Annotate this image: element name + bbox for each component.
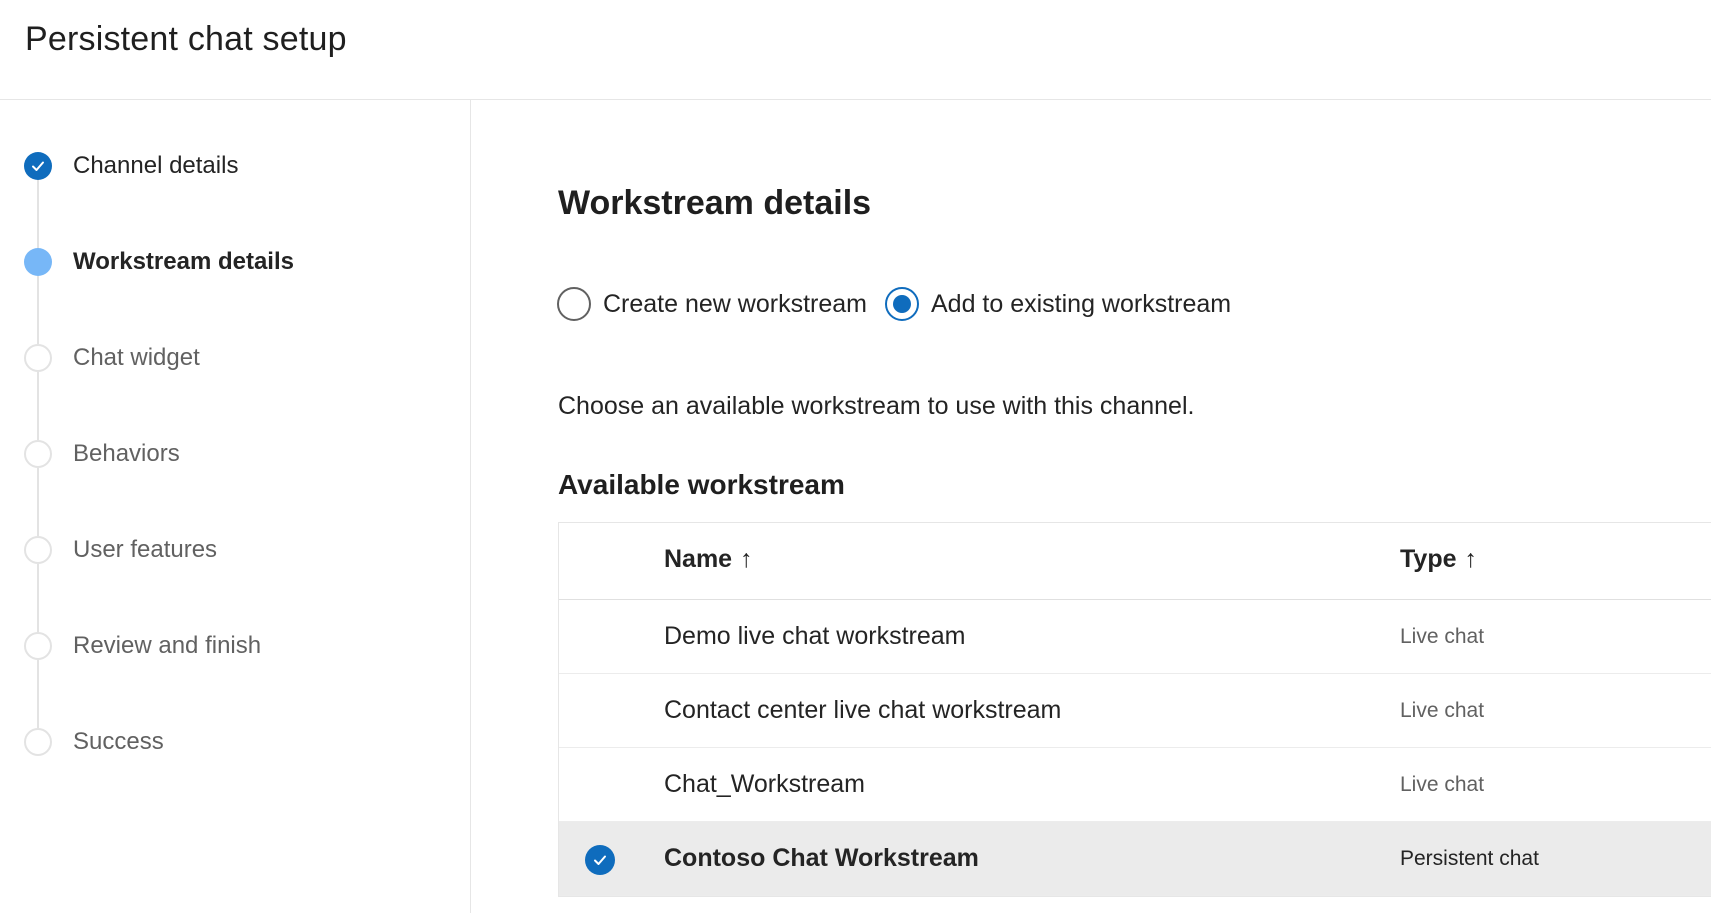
main-content: Workstream details Create new workstream… — [471, 100, 1711, 913]
step-pending-icon — [24, 440, 52, 468]
arrow-up-icon: ↑ — [740, 545, 753, 573]
step-success[interactable]: Success — [24, 722, 454, 762]
arrow-up-icon: ↑ — [1464, 545, 1478, 573]
cell-type: Live chat — [1400, 699, 1485, 722]
step-label: Review and finish — [73, 632, 262, 659]
checkmark-circle-icon[interactable] — [585, 845, 615, 875]
radio-checked-icon[interactable] — [884, 287, 919, 321]
table-header: Name ↑ Type ↑ — [559, 523, 1711, 600]
step-behaviors[interactable]: Behaviors — [24, 434, 454, 474]
step-connector — [37, 180, 39, 248]
cell-type: Live chat — [1400, 773, 1485, 796]
step-pending-icon — [24, 728, 52, 756]
table-row-selected[interactable]: Contoso Chat Workstream Persistent chat — [559, 822, 1711, 896]
table-row[interactable]: Demo live chat workstream Live chat — [559, 600, 1711, 674]
step-chat-widget[interactable]: Chat widget — [24, 338, 454, 378]
column-header-name[interactable]: Name ↑ — [664, 545, 753, 574]
cell-name: Contoso Chat Workstream — [664, 844, 979, 872]
table-row[interactable]: Contact center live chat workstream Live… — [559, 674, 1711, 748]
step-user-features[interactable]: User features — [24, 530, 454, 570]
step-connector — [37, 372, 39, 440]
step-label: Workstream details — [73, 248, 294, 275]
cell-type: Live chat — [1400, 625, 1485, 648]
column-header-type[interactable]: Type ↑ — [1400, 545, 1477, 574]
table-row[interactable]: Chat_Workstream Live chat — [559, 748, 1711, 822]
instruction-text: Choose an available workstream to use wi… — [558, 392, 1195, 420]
step-workstream-details[interactable]: Workstream details — [24, 242, 454, 282]
radio-add-to-existing-workstream[interactable]: Add to existing workstream — [884, 287, 1232, 321]
radio-create-new-workstream[interactable]: Create new workstream — [557, 287, 867, 321]
step-pending-icon — [24, 344, 52, 372]
app-window: Persistent chat setup Channel details Wo… — [0, 0, 1711, 913]
step-label: Chat widget — [73, 344, 200, 371]
step-review-and-finish[interactable]: Review and finish — [24, 626, 454, 666]
section-title: Workstream details — [558, 184, 872, 222]
step-connector — [37, 276, 39, 344]
cell-name: Contact center live chat workstream — [664, 696, 1062, 724]
step-connector — [37, 468, 39, 536]
step-label: Channel details — [73, 152, 239, 179]
step-connector — [37, 660, 39, 728]
step-label: Behaviors — [73, 440, 180, 467]
table-title: Available workstream — [558, 469, 845, 500]
cell-name: Demo live chat workstream — [664, 622, 966, 650]
cell-type: Persistent chat — [1400, 847, 1539, 870]
step-pending-icon — [24, 632, 52, 660]
workstream-mode-radio-group: Create new workstream Add to existing wo… — [557, 287, 1249, 321]
step-label: User features — [73, 536, 218, 563]
step-label: Success — [73, 728, 164, 755]
radio-unchecked-icon[interactable] — [557, 287, 591, 321]
setup-steps-sidebar: Channel details Workstream details Chat … — [0, 100, 471, 913]
page-title: Persistent chat setup — [25, 20, 347, 58]
header: Persistent chat setup — [0, 0, 1711, 100]
radio-dot — [892, 295, 911, 313]
radio-label: Create new workstream — [603, 289, 867, 318]
step-complete-icon — [24, 152, 52, 180]
column-header-label: Name — [664, 545, 733, 573]
radio-label: Add to existing workstream — [930, 289, 1232, 318]
step-current-icon — [24, 248, 52, 276]
step-connector — [37, 564, 39, 632]
step-pending-icon — [24, 536, 52, 564]
step-channel-details[interactable]: Channel details — [24, 146, 454, 186]
column-header-label: Type — [1400, 545, 1457, 573]
workstream-table: Name ↑ Type ↑ Demo live chat workstream Li… — [558, 522, 1711, 897]
cell-name: Chat_Workstream — [664, 770, 865, 798]
